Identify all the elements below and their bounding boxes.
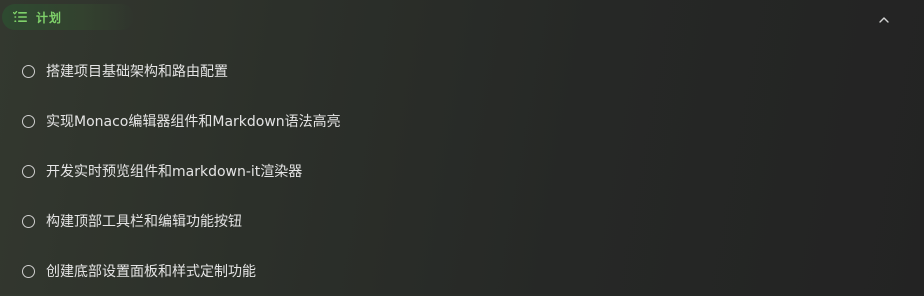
task-checkbox[interactable] (22, 64, 35, 78)
task-item[interactable]: 构建顶部工具栏和编辑功能按钮 (0, 196, 924, 246)
task-checkbox[interactable] (22, 114, 35, 128)
task-item[interactable]: 实现Monaco编辑器组件和Markdown语法高亮 (0, 96, 924, 146)
task-checkbox[interactable] (22, 264, 35, 278)
collapse-toggle-button[interactable] (874, 10, 894, 26)
task-label: 构建顶部工具栏和编辑功能按钮 (46, 214, 242, 230)
task-item[interactable]: 创建底部设置面板和样式定制功能 (0, 246, 924, 296)
task-checkbox[interactable] (22, 164, 35, 178)
chevron-up-icon (878, 9, 890, 28)
task-list: 搭建项目基础架构和路由配置 实现Monaco编辑器组件和Markdown语法高亮… (0, 46, 924, 296)
task-checkbox[interactable] (22, 214, 35, 228)
plan-title: 计划 (36, 10, 63, 25)
task-label: 搭建项目基础架构和路由配置 (46, 64, 228, 80)
task-list-icon (13, 10, 27, 24)
task-item[interactable]: 开发实时预览组件和markdown-it渲染器 (0, 146, 924, 196)
task-label: 开发实时预览组件和markdown-it渲染器 (46, 164, 303, 180)
task-label: 实现Monaco编辑器组件和Markdown语法高亮 (46, 114, 341, 130)
task-item[interactable]: 搭建项目基础架构和路由配置 (0, 46, 924, 96)
plan-header[interactable]: 计划 (2, 4, 134, 30)
task-label: 创建底部设置面板和样式定制功能 (46, 264, 256, 280)
